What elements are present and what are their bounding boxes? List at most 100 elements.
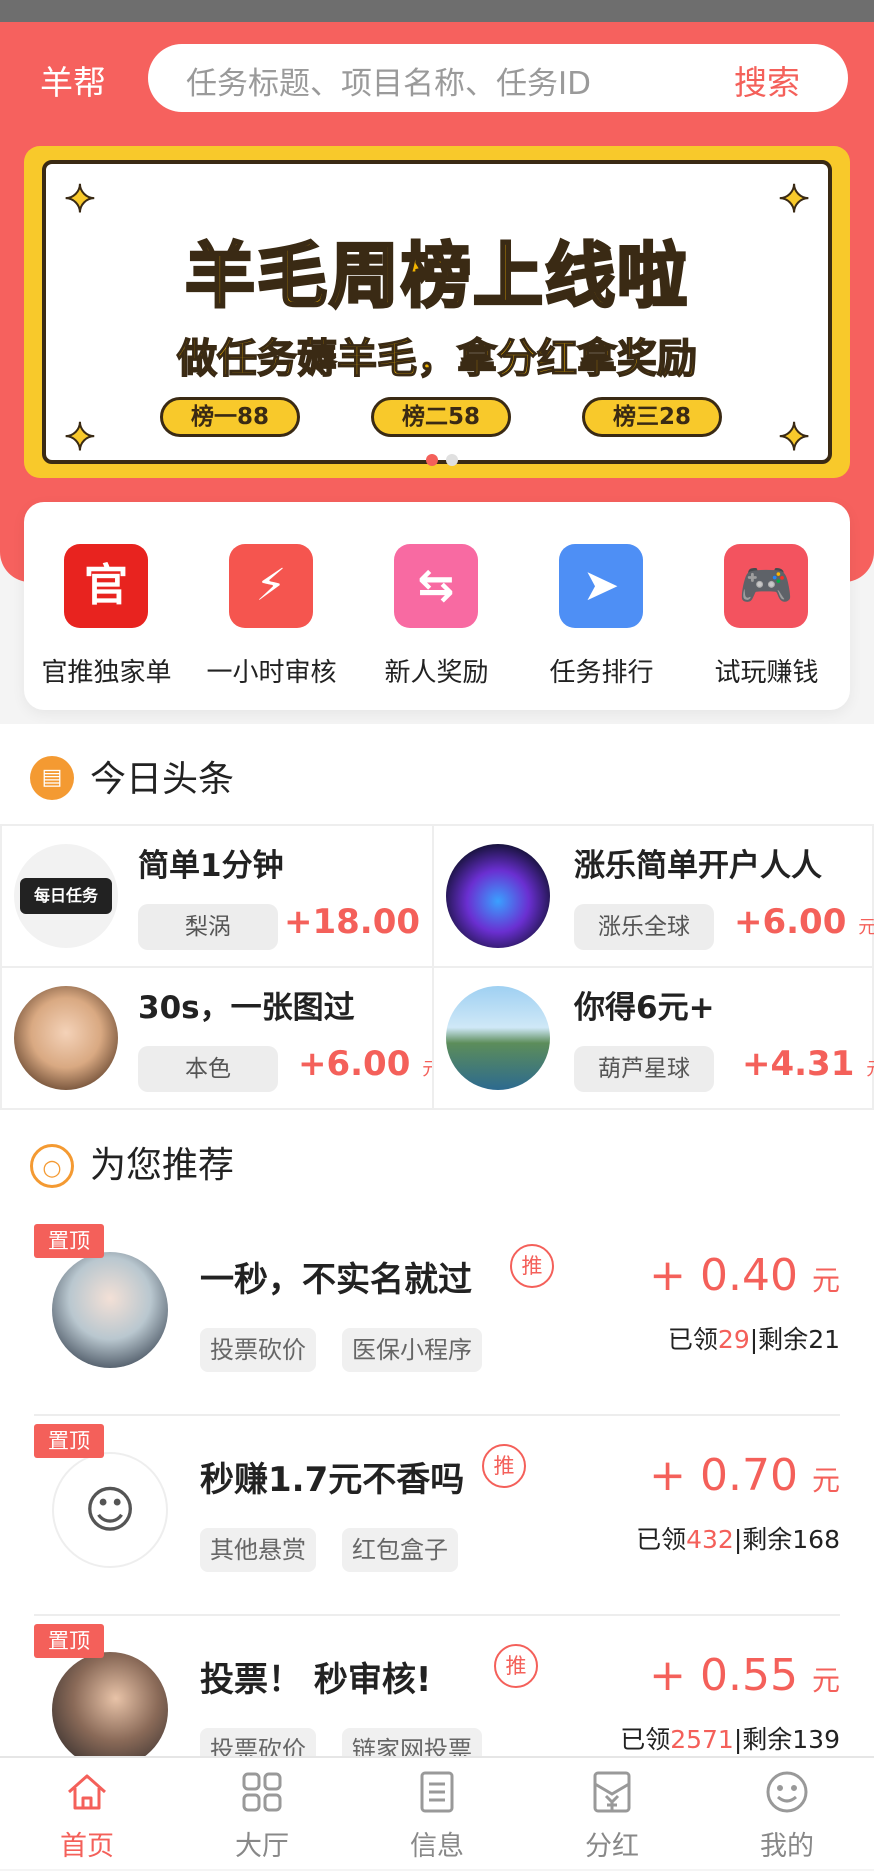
- grid-icon: [242, 1772, 282, 1812]
- recommend-section: ○ 为您推荐 置顶 一秒，不实名就过 推 投票砍价 医保小程序 + 0.40 元…: [0, 1116, 874, 1772]
- headline-card[interactable]: 每日任务 简单1分钟 梨涡 +18.00 元: [0, 824, 450, 968]
- sparkle-icon: ✦: [777, 415, 811, 459]
- headline-amount: +4.31 元: [742, 1044, 874, 1084]
- task-logo: 每日任务: [14, 844, 118, 948]
- sparkle-icon: ✦: [63, 177, 97, 221]
- avatar: [52, 1652, 168, 1768]
- task-tag: 投票砍价: [200, 1328, 316, 1372]
- banner-title: 羊毛周榜上线啦: [184, 234, 689, 319]
- avatar: [446, 986, 550, 1090]
- tab-dividend[interactable]: 分红: [525, 1758, 699, 1871]
- task-tag: 医保小程序: [342, 1328, 482, 1372]
- quick-actions: 官 官推独家单 ⚡ 一小时审核 ⇆ 新人奖励 ➤ 任务排行 🎮 试玩赚钱: [24, 502, 850, 710]
- tab-home[interactable]: 首页: [0, 1758, 174, 1871]
- banner-card: ✦ ✦ ✦ ✦ 羊毛周榜上线啦 做任务薅羊毛，拿分红拿奖励 榜一88 榜二58 …: [42, 160, 832, 466]
- headline-amount: +6.00 元: [734, 902, 874, 942]
- tab-label: 首页: [60, 1831, 114, 1862]
- quick-action-label: 一小时审核: [206, 658, 337, 688]
- carousel-dot[interactable]: [446, 454, 458, 466]
- quick-action-one-hour-review[interactable]: ⚡ 一小时审核: [189, 502, 354, 710]
- task-list-item[interactable]: ☺ 置顶 秒赚1.7元不香吗 推 其他悬赏 红包盒子 + 0.70 元 已领43…: [34, 1416, 840, 1616]
- headline-amount: +6.00 元: [298, 1044, 440, 1084]
- headline-title: 30s，一张图过: [138, 990, 355, 1026]
- tab-label: 我的: [760, 1831, 814, 1862]
- avatar: [14, 986, 118, 1090]
- headlines-section: ▤ 今日头条 每日任务 简单1分钟 梨涡 +18.00 元 涨乐简单开户人人 涨…: [0, 724, 874, 1116]
- tab-label: 分红: [585, 1831, 639, 1862]
- pinned-badge: 置顶: [34, 1224, 104, 1258]
- official-icon: 官: [64, 544, 148, 628]
- quick-action-label: 任务排行: [549, 658, 654, 688]
- rank-badge-3: 榜三28: [582, 397, 722, 437]
- quick-action-label: 官推独家单: [41, 658, 172, 688]
- headline-card[interactable]: 30s，一张图过 本色 +6.00 元: [0, 966, 440, 1110]
- quick-action-label: 新人奖励: [384, 658, 489, 688]
- dividend-icon: [593, 1771, 631, 1813]
- rank-badge-2: 榜二58: [371, 397, 511, 437]
- tab-hall[interactable]: 大厅: [175, 1758, 349, 1871]
- status-bar: [0, 0, 874, 22]
- headline-card[interactable]: 你得6元+ 葫芦星球 +4.31 元: [432, 966, 874, 1110]
- headline-title: 简单1分钟: [138, 848, 284, 884]
- tab-messages[interactable]: 信息: [350, 1758, 524, 1871]
- headline-amount: +18.00 元: [284, 902, 450, 942]
- search-bar[interactable]: 任务标题、项目名称、任务ID 搜索: [148, 44, 848, 112]
- quick-action-newbie-reward[interactable]: ⇆ 新人奖励: [354, 502, 519, 710]
- tab-label: 大厅: [235, 1831, 289, 1862]
- headline-title: 你得6元+: [574, 990, 715, 1026]
- compass-icon: ➤: [559, 544, 643, 628]
- search-button[interactable]: 搜索: [734, 56, 800, 104]
- rank-badge-1: 榜一88: [160, 397, 300, 437]
- avatar: ☺: [52, 1452, 168, 1568]
- sparkle-icon: ✦: [777, 177, 811, 221]
- task-reward: + 0.40 元: [649, 1250, 840, 1301]
- task-tag: 其他悬赏: [200, 1528, 316, 1572]
- quick-action-try-play[interactable]: 🎮 试玩赚钱: [684, 502, 849, 710]
- task-title: 一秒，不实名就过: [200, 1260, 472, 1300]
- task-stats: 已领432|剩余168: [636, 1525, 840, 1554]
- brand-name: 羊帮: [40, 63, 106, 102]
- carousel-dot-active[interactable]: [426, 454, 438, 466]
- headline-title: 涨乐简单开户人人: [574, 848, 822, 884]
- bookmark-icon: ▤: [30, 756, 74, 800]
- headline-card[interactable]: 涨乐简单开户人人 涨乐全球 +6.00 元: [432, 824, 874, 968]
- pinned-badge: 置顶: [34, 1624, 104, 1658]
- message-icon: [420, 1771, 454, 1813]
- avatar: [446, 844, 550, 948]
- tab-profile[interactable]: 我的: [700, 1758, 874, 1871]
- sparkle-icon: ✦: [63, 415, 97, 459]
- signpost-icon: ⇆: [394, 544, 478, 628]
- lightning-icon: ⚡: [229, 544, 313, 628]
- tab-label: 信息: [410, 1831, 464, 1862]
- section-title: 为您推荐: [90, 1145, 235, 1186]
- task-title: 投票！ 秒审核!: [200, 1660, 432, 1700]
- task-reward: + 0.70 元: [649, 1450, 840, 1501]
- gamepad-icon: 🎮: [724, 544, 808, 628]
- task-tag: 红包盒子: [342, 1528, 458, 1572]
- profile-icon: [766, 1771, 808, 1813]
- headline-tag: 葫芦星球: [574, 1046, 714, 1092]
- task-title: 秒赚1.7元不香吗: [200, 1460, 465, 1500]
- pinned-badge: 置顶: [34, 1424, 104, 1458]
- quick-action-label: 试玩赚钱: [714, 658, 819, 688]
- medal-icon: ○: [30, 1144, 74, 1188]
- headline-tag: 梨涡: [138, 904, 278, 950]
- headline-tag: 本色: [138, 1046, 278, 1092]
- task-reward: + 0.55 元: [649, 1650, 840, 1701]
- task-stats: 已领2571|剩余139: [620, 1725, 840, 1754]
- section-title: 今日头条: [90, 759, 235, 800]
- home-icon: [68, 1774, 106, 1810]
- task-list-item[interactable]: 置顶 一秒，不实名就过 推 投票砍价 医保小程序 + 0.40 元 已领29|剩…: [34, 1216, 840, 1416]
- search-input[interactable]: 任务标题、项目名称、任务ID: [186, 58, 591, 103]
- headline-tag: 涨乐全球: [574, 904, 714, 950]
- recommend-badge: 推: [494, 1644, 538, 1688]
- banner-subtitle: 做任务薅羊毛，拿分红拿奖励: [176, 335, 698, 383]
- quick-action-official[interactable]: 官 官推独家单: [24, 502, 189, 710]
- bottom-tab-bar: 首页 大厅 信息 分红 我的: [0, 1756, 874, 1869]
- task-stats: 已领29|剩余21: [667, 1325, 840, 1354]
- recommend-badge: 推: [510, 1244, 554, 1288]
- quick-action-task-ranking[interactable]: ➤ 任务排行: [519, 502, 684, 710]
- avatar: [52, 1252, 168, 1368]
- promo-banner[interactable]: ✦ ✦ ✦ ✦ 羊毛周榜上线啦 做任务薅羊毛，拿分红拿奖励 榜一88 榜二58 …: [24, 146, 850, 478]
- recommend-badge: 推: [482, 1444, 526, 1488]
